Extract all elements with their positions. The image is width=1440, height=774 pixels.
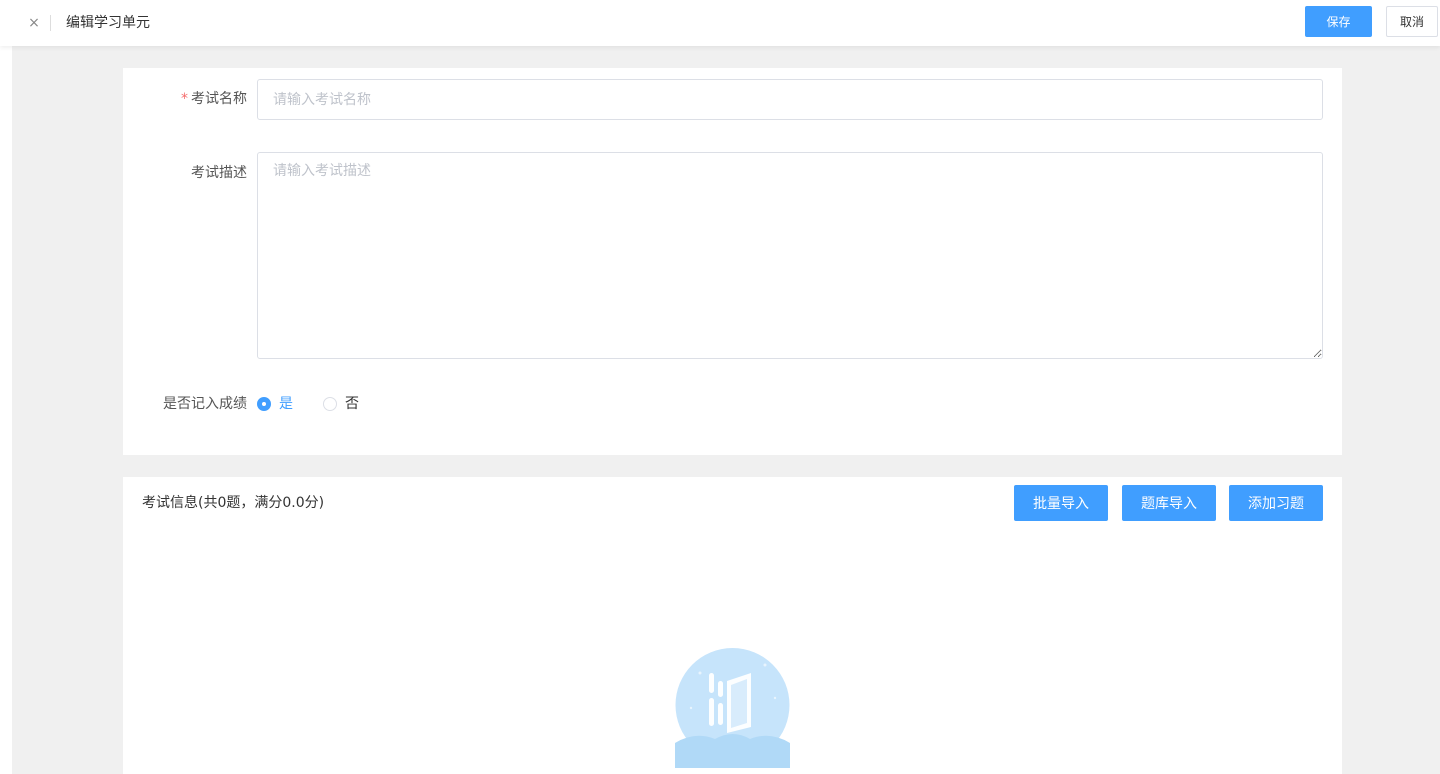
empty-state-illustration xyxy=(675,648,790,768)
exam-name-input[interactable] xyxy=(257,79,1323,120)
page-title: 编辑学习单元 xyxy=(66,15,150,31)
radio-no-dot[interactable] xyxy=(323,397,337,411)
exam-name-label: * 考试名称 xyxy=(179,89,247,109)
exam-desc-label: 考试描述 xyxy=(191,165,247,181)
add-question-button[interactable]: 添加习题 xyxy=(1229,485,1323,521)
required-mark: * xyxy=(181,91,188,107)
exam-info-card: 考试信息(共0题，满分0.0分) 批量导入 题库导入 添加习题 xyxy=(123,477,1342,774)
exam-desc-textarea[interactable] xyxy=(257,152,1323,359)
radio-yes[interactable]: 是 xyxy=(257,394,293,414)
close-icon[interactable]: × xyxy=(26,13,42,33)
radio-no[interactable]: 否 xyxy=(323,394,359,414)
page-header: × 编辑学习单元 保存 取消 xyxy=(0,0,1440,46)
radio-yes-dot[interactable] xyxy=(257,397,271,411)
record-score-label: 是否记入成绩 xyxy=(163,396,247,412)
exam-form-card: *考试名称 考试描述 是否记入成绩 是 否 xyxy=(123,68,1342,455)
cancel-button[interactable]: 取消 xyxy=(1386,6,1438,37)
exam-name-label-text: 考试名称 xyxy=(191,91,247,107)
batch-import-button[interactable]: 批量导入 xyxy=(1014,485,1108,521)
radio-no-label[interactable]: 否 xyxy=(345,394,359,414)
radio-yes-label[interactable]: 是 xyxy=(279,394,293,414)
exam-info-title: 考试信息(共0题，满分0.0分) xyxy=(142,495,325,511)
bank-import-button[interactable]: 题库导入 xyxy=(1122,485,1216,521)
header-divider xyxy=(50,15,51,31)
save-button[interactable]: 保存 xyxy=(1305,6,1372,37)
